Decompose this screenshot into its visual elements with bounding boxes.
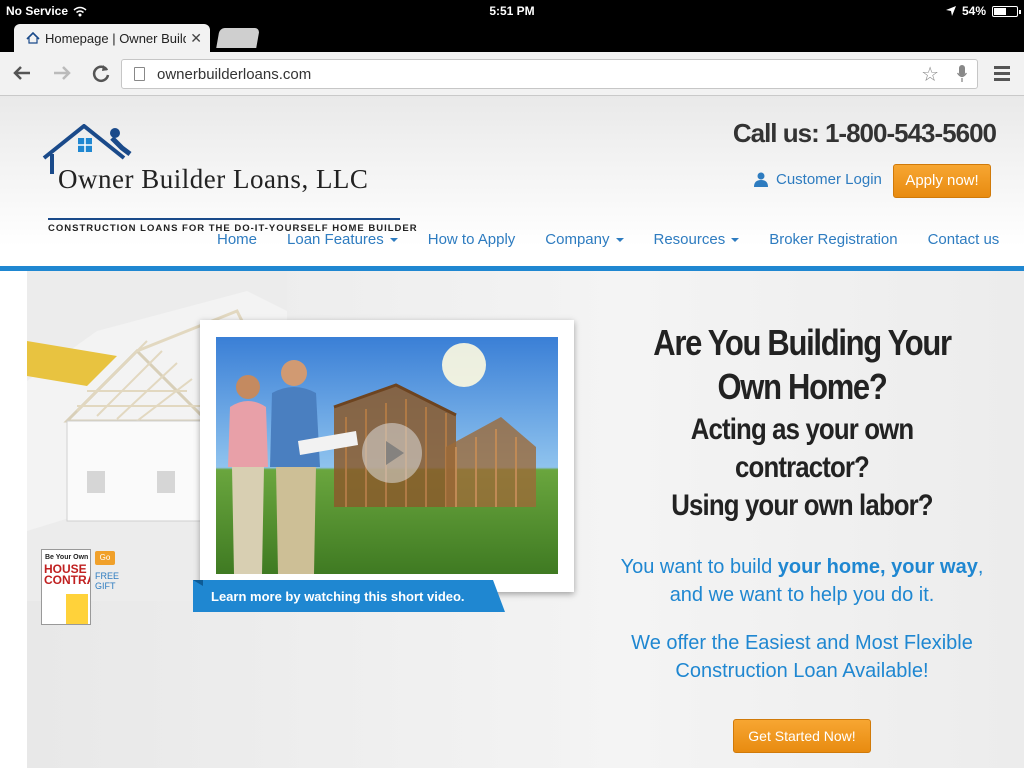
- phone-number[interactable]: Call us: 1-800-543-5600: [733, 118, 997, 149]
- tab-homepage[interactable]: Homepage | Owner Builde ✕: [14, 24, 210, 52]
- battery-icon: [992, 5, 1021, 17]
- get-started-button[interactable]: Get Started Now!: [733, 719, 871, 753]
- hero-headline: Are You Building Your Own Home?: [653, 322, 952, 407]
- caret-down-icon: [389, 237, 398, 242]
- status-right: 54%: [945, 4, 1021, 18]
- site-logo[interactable]: Owner Builder Loans, LLC CONSTRUCTION LO…: [42, 124, 422, 234]
- browser-menu-icon[interactable]: [994, 66, 1010, 84]
- status-time: 5:51 PM: [489, 4, 535, 18]
- video-caption-banner[interactable]: Learn more by watching this short video.: [193, 580, 505, 612]
- url-text: ownerbuilderloans.com: [157, 65, 312, 83]
- location-arrow-icon: [945, 6, 956, 16]
- nav-item-company[interactable]: Company: [545, 231, 624, 248]
- gift-book-badge: [66, 594, 88, 624]
- nav-label: Home: [217, 231, 258, 248]
- nav-item-broker-registration[interactable]: Broker Registration: [769, 231, 897, 248]
- page-icon: [134, 67, 145, 81]
- gift-book-title-line-2: CONTRACTOR: [44, 573, 90, 587]
- tab-close-icon[interactable]: ✕: [190, 30, 202, 47]
- new-tab-button[interactable]: [216, 28, 260, 48]
- back-icon[interactable]: [10, 62, 34, 86]
- site-favicon-icon: [26, 32, 40, 44]
- hero-section: Learn more by watching this short video.…: [27, 271, 1024, 768]
- video-caption: Learn more by watching this short video.: [211, 589, 465, 604]
- main-nav: Home Loan Features How to Apply Company …: [217, 231, 999, 248]
- customer-login-label: Customer Login: [776, 171, 882, 188]
- caret-down-icon: [731, 237, 740, 242]
- hero-copy: Are You Building Your Own Home? Acting a…: [602, 321, 1002, 685]
- hero-subheadline-2: Using your own labor?: [671, 489, 933, 522]
- status-bar: No Service 5:51 PM 54%: [0, 0, 1024, 22]
- tab-title: Homepage | Owner Builde: [45, 30, 187, 46]
- battery-fill: [994, 7, 1006, 15]
- hero-pitch-2: We offer the Easiest and Most Flexible C…: [631, 632, 973, 682]
- tab-strip: Homepage | Owner Builde ✕: [0, 22, 1024, 52]
- reload-icon[interactable]: [89, 62, 113, 86]
- microphone-icon[interactable]: [957, 65, 967, 83]
- gift-book-title-top: Be Your Own: [45, 554, 89, 561]
- nav-item-loan-features[interactable]: Loan Features: [287, 231, 398, 248]
- gift-book-title: HOUSE CONTRACTOR: [44, 563, 90, 587]
- hero-subheadline-1: Acting as your own contractor?: [690, 413, 914, 484]
- caret-down-icon: [615, 237, 624, 242]
- customer-login-link[interactable]: Customer Login: [754, 171, 882, 188]
- browser-toolbar: ownerbuilderloans.com ☆: [0, 52, 1024, 96]
- web-page: Owner Builder Loans, LLC CONSTRUCTION LO…: [0, 96, 1024, 768]
- gift-go-button[interactable]: Go: [95, 551, 115, 565]
- nav-item-contact-us[interactable]: Contact us: [928, 231, 1000, 248]
- battery-text: 54%: [961, 4, 986, 18]
- logo-underline: [48, 218, 400, 220]
- forward-icon[interactable]: [50, 62, 74, 86]
- nav-label: Company: [545, 231, 610, 248]
- pitch-1-bold: your home, your way: [777, 556, 978, 578]
- video-frame[interactable]: [200, 320, 574, 592]
- nav-item-resources[interactable]: Resources: [654, 231, 740, 248]
- nav-item-home[interactable]: Home: [217, 231, 257, 248]
- video-thumbnail[interactable]: [216, 337, 558, 574]
- nav-label: Contact us: [927, 231, 1000, 248]
- logo-name: Owner Builder Loans, LLC: [58, 164, 369, 194]
- free-gift-label[interactable]: FREE GIFT: [95, 571, 125, 591]
- nav-label: Broker Registration: [769, 231, 898, 248]
- gift-book-cover[interactable]: Be Your Own HOUSE CONTRACTOR: [41, 549, 91, 625]
- hero-pitch-1: You want to build your home, your way, a…: [602, 553, 1002, 609]
- nav-label: How to Apply: [427, 231, 516, 248]
- nav-label: Resources: [653, 231, 726, 248]
- nav-item-how-to-apply[interactable]: How to Apply: [428, 231, 516, 248]
- pitch-1-prefix: You want to build: [620, 556, 778, 578]
- person-icon: [754, 172, 768, 187]
- apply-now-button[interactable]: Apply now!: [893, 164, 991, 198]
- bookmark-star-icon[interactable]: ☆: [921, 62, 939, 87]
- nav-label: Loan Features: [287, 231, 384, 248]
- play-icon[interactable]: [362, 423, 422, 483]
- address-bar[interactable]: ownerbuilderloans.com ☆: [121, 59, 978, 89]
